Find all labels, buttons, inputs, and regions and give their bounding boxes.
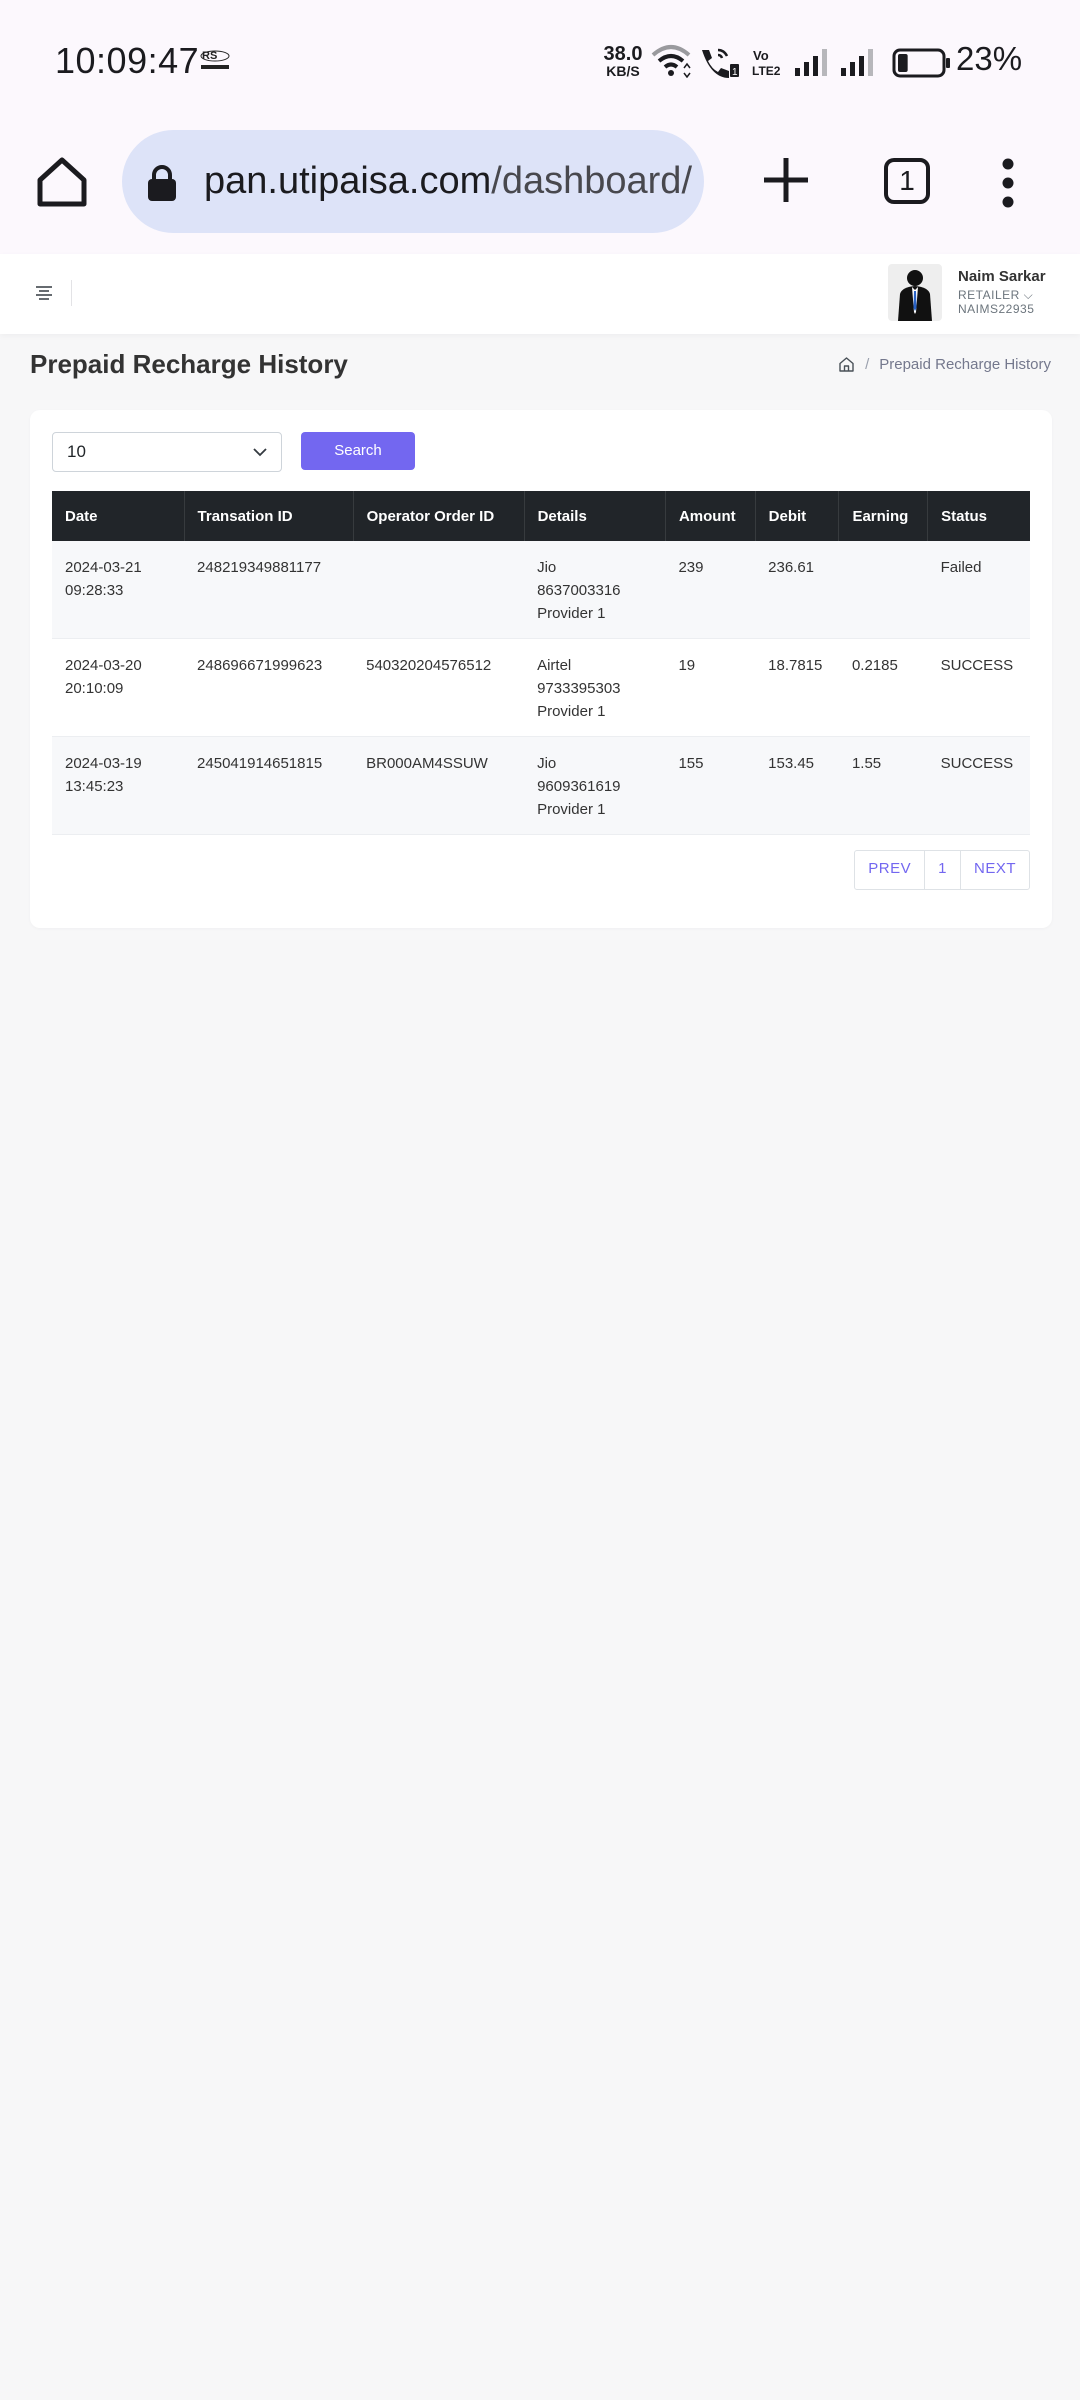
txid-cell: 245041914651815 bbox=[184, 736, 354, 835]
url-text[interactable]: pan.utipaisa.com/dashboard/ bbox=[204, 160, 692, 203]
column-header[interactable]: Debit bbox=[755, 491, 840, 541]
status-bar: 10:09:47 RS 38.0 KB/S 1 Vo LTE2 23% bbox=[0, 0, 1080, 124]
column-header[interactable]: Status bbox=[927, 491, 1030, 541]
user-role[interactable]: RETAILER ⌵ bbox=[958, 288, 1033, 303]
search-button[interactable]: Search bbox=[301, 432, 415, 470]
plus-icon[interactable] bbox=[760, 154, 812, 206]
status-cell: Failed bbox=[927, 541, 1030, 639]
user-id: NAIMS22935 bbox=[958, 302, 1035, 316]
operator-order-cell: 540320204576512 bbox=[353, 638, 525, 737]
debit-cell: 153.45 bbox=[755, 736, 839, 835]
signal-icon-sim2 bbox=[841, 49, 873, 76]
wifi-calling-icon: 1 bbox=[702, 48, 739, 78]
home-icon[interactable] bbox=[34, 154, 90, 210]
avatar[interactable] bbox=[888, 264, 942, 321]
date-cell: 2024-03-21 09:28:33 bbox=[52, 541, 185, 639]
wifi-icon bbox=[651, 45, 691, 78]
txid-cell: 248219349881177 bbox=[184, 541, 354, 639]
earning-cell bbox=[838, 541, 928, 639]
breadcrumb-separator: / bbox=[865, 356, 870, 373]
txid-cell: 248696671999623 bbox=[184, 638, 354, 737]
url-bar[interactable]: pan.utipaisa.com/dashboard/ bbox=[122, 130, 704, 233]
amount-cell: 19 bbox=[665, 638, 756, 737]
page-1-button[interactable]: 1 bbox=[925, 851, 961, 889]
svg-text:1: 1 bbox=[732, 67, 738, 78]
home-icon[interactable] bbox=[838, 356, 855, 373]
history-card: 10 Search Date Transation ID Operator Or… bbox=[30, 410, 1052, 928]
lock-icon bbox=[148, 165, 176, 201]
prev-page-button[interactable]: PREV bbox=[855, 851, 926, 889]
amount-cell: 239 bbox=[665, 541, 756, 639]
chevron-down-icon: ⌵ bbox=[1023, 288, 1034, 302]
network-speed: 38.0 KB/S bbox=[603, 43, 643, 79]
date-cell: 2024-03-19 13:45:23 bbox=[52, 736, 185, 835]
chevron-down-icon bbox=[253, 448, 267, 457]
divider bbox=[71, 280, 72, 306]
column-header[interactable]: Earning bbox=[838, 491, 929, 541]
breadcrumb: / Prepaid Recharge History bbox=[838, 356, 1051, 373]
date-cell: 2024-03-20 20:10:09 bbox=[52, 638, 185, 737]
menu-toggle-icon[interactable] bbox=[34, 284, 54, 302]
column-header[interactable]: Date bbox=[52, 491, 185, 541]
page-size-select[interactable]: 10 bbox=[52, 432, 282, 472]
more-vert-icon[interactable] bbox=[996, 158, 1020, 208]
volte-icon: Vo LTE2 bbox=[752, 48, 781, 78]
battery-icon bbox=[892, 48, 950, 78]
earning-cell: 0.2185 bbox=[838, 638, 928, 737]
tabs-icon[interactable]: 1 bbox=[884, 158, 930, 204]
browser-toolbar: pan.utipaisa.com/dashboard/ 1 bbox=[0, 124, 1080, 256]
amount-cell: 155 bbox=[665, 736, 756, 835]
page-title: Prepaid Recharge History bbox=[30, 349, 348, 379]
clock: 10:09:47 bbox=[55, 40, 200, 81]
details-cell: Jio 9609361619 Provider 1 bbox=[524, 736, 666, 835]
column-header[interactable]: Transation ID bbox=[184, 491, 354, 541]
next-page-button[interactable]: NEXT bbox=[961, 851, 1029, 889]
table-row: 2024-03-20 20:10:09 248696671999623 54032… bbox=[52, 638, 1030, 737]
earning-cell: 1.55 bbox=[838, 736, 928, 835]
pagination: PREV 1 NEXT bbox=[854, 850, 1030, 890]
details-cell: Airtel 9733395303 Provider 1 bbox=[524, 638, 666, 737]
svg-text:Vo: Vo bbox=[753, 48, 769, 63]
breadcrumb-current: Prepaid Recharge History bbox=[879, 356, 1051, 373]
signal-icon-sim1 bbox=[795, 49, 827, 76]
table-row: 2024-03-21 09:28:33 248219349881177 Jio 86… bbox=[52, 541, 1030, 639]
user-silhouette-icon bbox=[898, 270, 932, 321]
status-cell: SUCCESS bbox=[927, 638, 1030, 737]
battery-percent: 23% bbox=[956, 40, 1023, 77]
debit-cell: 236.61 bbox=[755, 541, 839, 639]
site-header: Naim Sarkar RETAILER ⌵ NAIMS22935 bbox=[0, 254, 1080, 334]
user-name[interactable]: Naim Sarkar bbox=[958, 268, 1046, 285]
column-header[interactable]: Details bbox=[524, 491, 666, 541]
svg-text:LTE2: LTE2 bbox=[752, 64, 781, 78]
status-cell: SUCCESS bbox=[927, 736, 1030, 835]
app-notification-icon: RS bbox=[200, 50, 230, 69]
table-row: 2024-03-19 13:45:23 245041914651815 BR000… bbox=[52, 736, 1030, 835]
table-header-row: Date Transation ID Operator Order ID Det… bbox=[52, 491, 1030, 541]
column-header[interactable]: Amount bbox=[665, 491, 756, 541]
details-cell: Jio 8637003316 Provider 1 bbox=[524, 541, 666, 639]
column-header[interactable]: Operator Order ID bbox=[353, 491, 525, 541]
operator-order-cell bbox=[353, 541, 525, 639]
recharge-history-table: Date Transation ID Operator Order ID Det… bbox=[52, 491, 1030, 835]
debit-cell: 18.7815 bbox=[755, 638, 839, 737]
operator-order-cell: BR000AM4SSUW bbox=[353, 736, 525, 835]
